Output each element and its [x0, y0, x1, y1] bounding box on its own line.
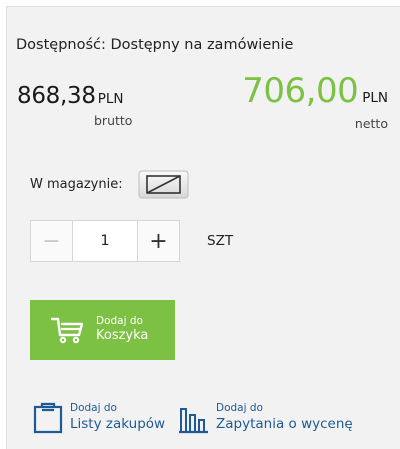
- stock-label: W magazynie:: [30, 177, 123, 192]
- clipboard-icon: [32, 401, 64, 435]
- add-to-cart-line1: Dodaj do: [96, 315, 143, 328]
- gross-price: 868,38 PLN brutto: [17, 83, 132, 128]
- quote-request-line2: Zapytania o wycenę: [216, 416, 353, 433]
- gross-price-label: brutto: [94, 113, 133, 128]
- add-to-cart-line2: Koszyka: [96, 328, 149, 344]
- net-price-amount: 706,00: [242, 71, 359, 111]
- gross-price-amount: 868,38: [17, 83, 96, 109]
- shopping-list-line2: Listy zakupów: [70, 416, 166, 433]
- shopping-list-line1: Dodaj do: [70, 402, 117, 414]
- quantity-input[interactable]: [73, 221, 137, 261]
- bar-chart-icon: [178, 401, 210, 435]
- add-to-cart-button[interactable]: Dodaj do Koszyka: [30, 300, 175, 360]
- shopping-list-text: Dodaj do Listy zakupów: [70, 401, 165, 433]
- availability-status: Dostępność: Dostępny na zamówienie: [16, 37, 294, 53]
- quantity-decrease-button[interactable]: −: [31, 221, 73, 261]
- gross-price-currency: PLN: [97, 91, 124, 107]
- quantity-unit: SZT: [207, 233, 234, 249]
- quantity-selector: − + SZT: [30, 220, 233, 262]
- net-price-label: netto: [354, 116, 388, 131]
- cart-icon: [50, 314, 86, 346]
- add-to-quote-request-link[interactable]: Dodaj do Zapytania o wycenę: [178, 401, 353, 435]
- no-stock-icon: [138, 170, 189, 199]
- quote-request-line1: Dodaj do: [216, 402, 263, 414]
- stock-row: W magazynie:: [30, 170, 189, 199]
- add-to-shopping-list-link[interactable]: Dodaj do Listy zakupów: [32, 401, 165, 435]
- net-price: 706,00 PLN netto: [242, 71, 388, 131]
- net-price-currency: PLN: [362, 90, 388, 106]
- quantity-stepper: − +: [30, 220, 180, 262]
- add-to-cart-text: Dodaj do Koszyka: [96, 315, 148, 344]
- quantity-increase-button[interactable]: +: [137, 221, 179, 261]
- quote-request-text: Dodaj do Zapytania o wycenę: [216, 401, 353, 433]
